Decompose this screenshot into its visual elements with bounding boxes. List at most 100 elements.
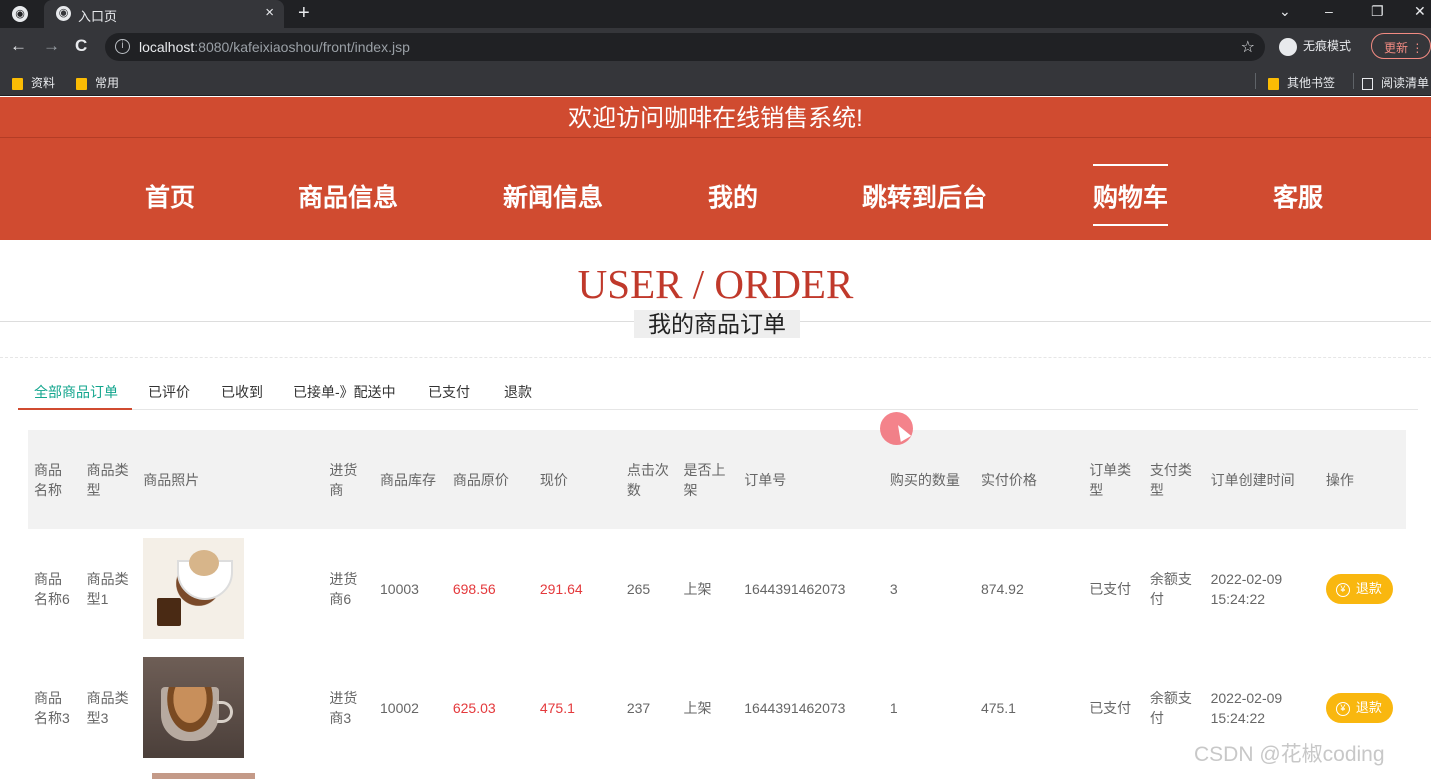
- cell-stock: 10002: [380, 699, 419, 716]
- refund-button[interactable]: ¥ 退款: [1325, 692, 1393, 723]
- cell-action: ¥ 退款: [1320, 529, 1406, 648]
- cell-listed: 上架: [683, 580, 712, 597]
- incognito-indicator[interactable]: 无痕模式: [1279, 37, 1351, 56]
- nav-news[interactable]: 新闻信息: [503, 178, 603, 214]
- col-order-no: 订单号: [744, 471, 787, 488]
- col-price: 现价: [539, 471, 568, 488]
- col-name: 商品名称: [34, 461, 62, 498]
- cell-paid: 874.92: [980, 580, 1024, 597]
- table-header-row: 商品名称 商品类型 商品照片 进货商 商品库存 商品原价 现价 点击次数 是否上…: [28, 430, 1406, 529]
- nav-service[interactable]: 客服: [1273, 178, 1323, 214]
- address-bar[interactable]: i localhost:8080/kafeixiaoshou/front/ind…: [105, 33, 1265, 61]
- folder-icon: [76, 77, 87, 90]
- col-listed: 是否上架: [683, 461, 726, 498]
- browser-toolbar: ← → C i localhost:8080/kafeixiaoshou/fro…: [0, 28, 1431, 66]
- cell-orig-price: 698.56: [452, 580, 496, 597]
- tab-delivering[interactable]: 已接单-》配送中: [293, 382, 396, 402]
- tab-all-orders[interactable]: 全部商品订单: [18, 382, 132, 410]
- col-created: 订单创建时间: [1210, 471, 1295, 488]
- cell-photo: [137, 529, 323, 648]
- page-title-cn: 我的商品订单: [634, 310, 800, 338]
- col-paid: 实付价格: [980, 471, 1037, 488]
- reading-list[interactable]: 阅读清单: [1362, 74, 1429, 91]
- page-title-en: USER / ORDER: [577, 261, 854, 307]
- cell-order-type: 已支付: [1089, 699, 1132, 716]
- yen-icon: ¥: [1335, 701, 1350, 716]
- restore-icon[interactable]: ❐: [1371, 3, 1384, 20]
- bookmarks-divider: [1255, 73, 1256, 89]
- browser-tab[interactable]: ◉ 入口页 ×: [44, 0, 284, 28]
- bookmark-folder-ziliao[interactable]: 资料: [12, 74, 55, 91]
- folder-icon: [12, 77, 23, 90]
- col-stock: 商品库存: [380, 471, 436, 488]
- reading-list-icon: [1362, 77, 1373, 90]
- tab-close-icon[interactable]: ×: [265, 4, 274, 21]
- bookmarks-divider: [1353, 73, 1354, 89]
- col-order-type: 订单类型: [1089, 461, 1132, 498]
- nav-admin[interactable]: 跳转到后台: [862, 178, 987, 214]
- cell-name: 商品名称3: [34, 689, 70, 726]
- cell-type: 商品类型3: [86, 689, 129, 726]
- col-action: 操作: [1325, 471, 1354, 488]
- tab-received[interactable]: 已收到: [221, 382, 263, 402]
- cell-order-no: 1644391462073: [744, 699, 846, 716]
- cell-stock: 10003: [380, 580, 419, 597]
- folder-icon: [1268, 77, 1279, 90]
- site-info-icon[interactable]: i: [115, 39, 130, 54]
- incognito-icon: [1279, 37, 1297, 56]
- orders-table: 商品名称 商品类型 商品照片 进货商 商品库存 商品原价 现价 点击次数 是否上…: [28, 430, 1406, 767]
- cell-price: 291.64: [539, 580, 583, 597]
- cell-supplier: 进货商3: [329, 689, 358, 726]
- new-tab-button[interactable]: +: [298, 2, 310, 25]
- cell-price: 475.1: [539, 699, 575, 716]
- tab-paid[interactable]: 已支付: [428, 382, 470, 402]
- reload-icon[interactable]: C: [75, 36, 87, 56]
- cell-qty: 3: [889, 580, 898, 597]
- nav-home[interactable]: 首页: [145, 178, 195, 214]
- cell-photo: [137, 648, 323, 767]
- glass-mug: [161, 687, 220, 741]
- col-clicks: 点击次数: [626, 461, 669, 498]
- cell-pay-type: 余额支付: [1149, 570, 1192, 607]
- table-row: 商品名称6 商品类型1 进货商6 10003 698.56 291.64 265…: [28, 529, 1406, 648]
- close-window-icon[interactable]: ✕: [1414, 3, 1426, 20]
- cell-orig-price: 625.03: [452, 699, 496, 716]
- back-icon[interactable]: ←: [10, 36, 27, 56]
- next-row-photo-partial: [152, 773, 255, 779]
- cell-order-type: 已支付: [1089, 580, 1132, 597]
- minimize-icon[interactable]: –: [1325, 3, 1333, 19]
- cell-name: 商品名称6: [34, 570, 70, 607]
- globe-icon: ◉: [56, 6, 71, 21]
- bookmark-star-icon[interactable]: ☆: [1241, 37, 1255, 57]
- col-orig-price: 商品原价: [452, 471, 509, 488]
- col-pay-type: 支付类型: [1149, 461, 1192, 498]
- browser-tabstrip: ◉ ◉ 入口页 × + ⌄ – ❐ ✕: [0, 0, 1431, 28]
- update-button[interactable]: 更新 ⋮: [1371, 33, 1431, 59]
- cell-paid: 475.1: [980, 699, 1016, 716]
- tab-reviewed[interactable]: 已评价: [148, 382, 190, 402]
- welcome-banner: 欢迎访问咖啡在线销售系统!: [0, 97, 1431, 137]
- coffee-cup-photo[interactable]: [143, 657, 245, 758]
- order-tabs: 全部商品订单 已评价 已收到 已接单-》配送中 已支付 退款: [18, 378, 1418, 410]
- refund-button[interactable]: ¥ 退款: [1325, 573, 1393, 604]
- cell-order-no: 1644391462073: [744, 580, 846, 597]
- main-nav: 首页 商品信息 新闻信息 我的 跳转到后台 购物车 客服: [0, 137, 1431, 240]
- cell-clicks: 237: [626, 699, 651, 716]
- bookmark-folder-changyong[interactable]: 常用: [76, 74, 119, 91]
- nav-cart[interactable]: 购物车: [1093, 164, 1169, 226]
- cell-type: 商品类型1: [86, 570, 129, 607]
- forward-icon[interactable]: →: [43, 36, 60, 56]
- other-bookmarks[interactable]: 其他书签: [1268, 74, 1335, 91]
- yen-icon: ¥: [1335, 582, 1350, 597]
- nav-mine[interactable]: 我的: [708, 178, 758, 214]
- mug-handle: [217, 701, 234, 723]
- browser-menu-icon[interactable]: ◉: [12, 6, 28, 22]
- col-supplier: 进货商: [329, 461, 358, 498]
- tab-search-icon[interactable]: ⌄: [1279, 3, 1291, 20]
- cell-supplier: 进货商6: [329, 570, 358, 607]
- espresso-cup: [157, 598, 182, 626]
- cell-created: 2022-02-09 15:24:22: [1210, 570, 1283, 607]
- nav-products[interactable]: 商品信息: [298, 178, 398, 214]
- tab-refund[interactable]: 退款: [504, 382, 532, 402]
- coffee-dessert-photo[interactable]: [143, 538, 245, 639]
